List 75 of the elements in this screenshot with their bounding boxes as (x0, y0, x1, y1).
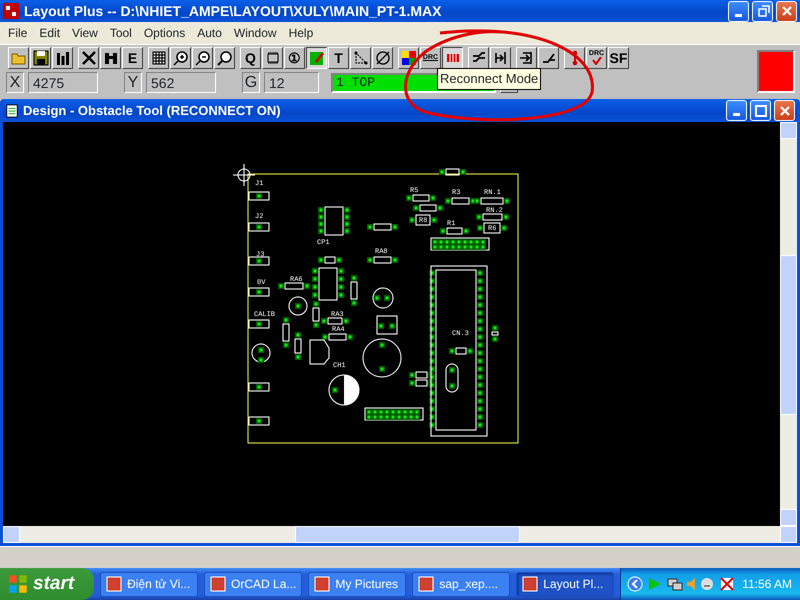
minimize-button[interactable] (726, 100, 747, 121)
restore-button[interactable] (752, 0, 773, 22)
menu-item[interactable]: Window (228, 24, 283, 42)
crossed-out-icon (719, 576, 736, 592)
menu-item[interactable]: View (66, 24, 104, 42)
toolbar-button[interactable]: ① (284, 46, 305, 68)
close-button[interactable] (776, 0, 797, 22)
toolbar-button[interactable] (442, 46, 463, 68)
node-icon (352, 50, 368, 66)
tooltip: Reconnect Mode (437, 68, 542, 90)
close-button[interactable] (774, 100, 795, 121)
vertical-scrollbar[interactable] (780, 122, 797, 526)
app-icon (314, 576, 330, 592)
taskbar-button[interactable]: sap_xep.... (412, 572, 510, 596)
speaker-icon (687, 578, 696, 590)
chevron-icon (627, 576, 644, 592)
pen-icon (308, 50, 324, 66)
floppy-icon (32, 50, 48, 66)
bracket-icon (492, 50, 508, 66)
toolbar-button[interactable]: Q (240, 46, 261, 68)
coordinate-field: 12 (264, 72, 319, 93)
coordinate-label: X (6, 72, 24, 93)
menu-item[interactable]: Auto (191, 24, 228, 42)
design-window-title: Design - Obstacle Tool (RECONNECT ON) (23, 102, 281, 120)
minimize-icon (733, 113, 740, 116)
toolbar-button[interactable] (306, 46, 327, 68)
minimize-button[interactable] (728, 0, 749, 22)
window-title: Layout Plus -- D:\NHIET_AMPE\LAYOUT\XULY\MAIN_PT-1.MAX (24, 2, 442, 21)
color-squares-icon (400, 50, 416, 66)
crosshair-cursor-icon (232, 164, 256, 186)
chip-icon (264, 50, 280, 66)
horizontal-scrollbar[interactable] (3, 526, 797, 543)
zoom-out-icon (194, 50, 210, 66)
maximize-icon (752, 102, 768, 118)
arrow-in-icon (518, 50, 534, 66)
windows-logo-icon (8, 574, 28, 594)
taskbar-button[interactable]: OrCAD La... (204, 572, 302, 596)
taskbar-button[interactable]: Layout Pl... (516, 572, 614, 596)
document-icon (5, 104, 19, 118)
slashed-circle-icon (374, 50, 390, 66)
play-icon (647, 576, 664, 592)
app-icon (3, 3, 19, 19)
toolbar-button[interactable]: T (328, 46, 349, 68)
app-icon (418, 576, 434, 592)
scrollbar-thumb[interactable] (780, 255, 797, 415)
scrollbar-thumb[interactable] (295, 526, 520, 543)
app-icon (522, 576, 538, 592)
coordinate-label: Y (124, 72, 142, 93)
network-icon (667, 576, 684, 592)
magnifier-icon (216, 50, 232, 66)
zoom-in-icon (172, 50, 188, 66)
minimize-icon (735, 14, 742, 16)
toolbar-button[interactable]: SF (608, 46, 629, 68)
app-icon (210, 576, 226, 592)
taskbar-button[interactable]: My Pictures (308, 572, 406, 596)
toolbar-button[interactable]: E (122, 46, 143, 68)
smiley-icon (699, 576, 716, 592)
menu-item[interactable]: Edit (33, 24, 66, 42)
menu-item[interactable]: Options (138, 24, 192, 42)
menu-item[interactable]: File (2, 24, 34, 42)
menu-item[interactable]: Help (282, 24, 320, 42)
cross-icon (80, 50, 96, 66)
grid-icon (150, 50, 166, 66)
coordinate-field: 4275 (28, 72, 98, 93)
bars-icon (54, 50, 70, 66)
check-icon (592, 57, 602, 65)
color-swatch[interactable] (757, 50, 795, 93)
coordinate-field: 562 (146, 72, 216, 93)
taskbar-button[interactable]: Điện tử Vi... (100, 572, 198, 596)
app-icon (106, 576, 122, 592)
start-button[interactable]: start (0, 568, 94, 600)
maximize-button[interactable] (750, 100, 771, 121)
coordinate-label: G (242, 72, 260, 93)
menu-item[interactable]: Tool (104, 24, 138, 42)
clock: 11:56 AM (742, 576, 792, 593)
